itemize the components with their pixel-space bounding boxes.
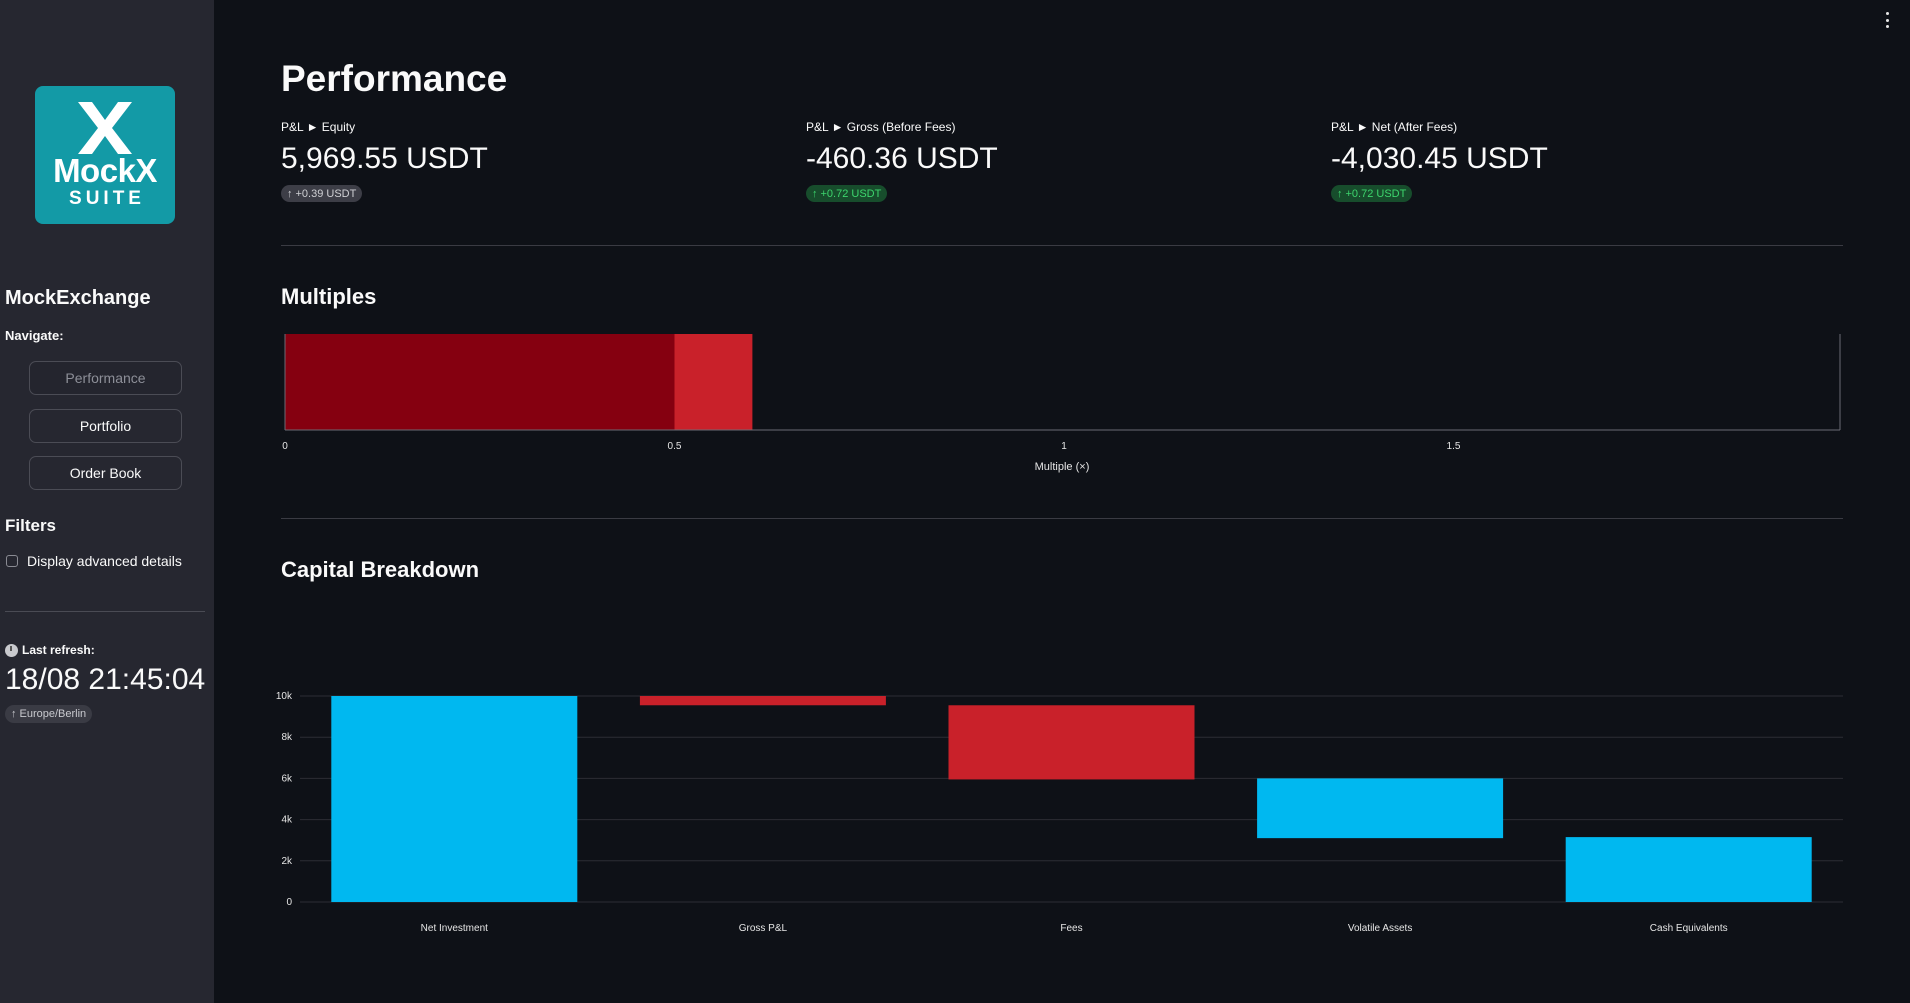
nav-order-book-button[interactable]: Order Book [29, 456, 182, 490]
x-tick-label: Volatile Assets [1348, 923, 1412, 934]
app-name: MockExchange [5, 287, 151, 309]
nav-portfolio-button[interactable]: Portfolio [29, 409, 182, 443]
y-tick-label: 10k [276, 691, 293, 702]
x-tick-label: Cash Equivalents [1650, 923, 1728, 934]
waterfall-bar [1257, 778, 1504, 839]
capital-breakdown-chart: 0 2k 4k 6k 8k 10k Net Investment Gross P&L Fees V… [276, 691, 1843, 934]
arrow-up-icon: ↑ [812, 187, 818, 200]
last-refresh-time: 18/08 21:45:04 [5, 663, 206, 696]
sidebar-divider [5, 611, 205, 612]
clock-icon [5, 643, 18, 657]
metric-equity: P&L ► Equity 5,969.55 USDT ↑ +0.39 USDT [281, 120, 681, 202]
metric-label: P&L ► Equity [281, 120, 356, 134]
main-menu-icon[interactable] [1884, 12, 1890, 28]
x-tick-label: 1.5 [1447, 441, 1461, 452]
multiples-title: Multiples [281, 284, 377, 309]
page-title: Performance [281, 58, 508, 99]
multiples-chart: 0 0.5 1 1.5 Multiple (×) [282, 334, 1841, 473]
sidebar: MockX SUITE MockExchange Navigate: Perfo… [0, 0, 214, 1003]
advanced-details-toggle[interactable]: Display advanced details [6, 553, 182, 569]
metric-value: 5,969.55 USDT [281, 142, 488, 175]
x-tick-label: Gross P&L [739, 923, 788, 934]
metric-value: -4,030.45 USDT [1331, 142, 1548, 175]
filters-heading: Filters [5, 516, 57, 535]
logo-x-icon [78, 102, 132, 154]
metric-gross-pnl: P&L ► Gross (Before Fees) -460.36 USDT ↑… [806, 120, 1206, 202]
metric-label: P&L ► Net (After Fees) [1331, 120, 1458, 134]
logo-name: MockX [53, 152, 157, 189]
metric-delta-value: +0.72 USDT [1345, 187, 1407, 200]
advanced-details-checkbox[interactable] [6, 555, 18, 567]
timezone-label: Europe/Berlin [19, 708, 87, 720]
x-tick-label: 0 [282, 441, 288, 452]
arrow-up-icon: ↑ [11, 708, 17, 720]
x-tick-label: Fees [1060, 923, 1082, 934]
navigate-label: Navigate: [5, 328, 64, 343]
waterfall-bar [331, 696, 578, 902]
capital-breakdown-title: Capital Breakdown [281, 557, 480, 582]
waterfall-bar [639, 696, 886, 706]
y-tick-label: 8k [281, 732, 293, 743]
metric-net-pnl: P&L ► Net (After Fees) -4,030.45 USDT ↑ … [1331, 120, 1731, 202]
arrow-up-icon: ↑ [287, 187, 293, 200]
x-tick-label: 1 [1061, 441, 1067, 452]
waterfall-bar [1565, 837, 1812, 902]
section-divider [281, 245, 1843, 246]
y-tick-label: 6k [281, 773, 293, 784]
x-axis-label: Multiple (×) [1035, 461, 1090, 473]
arrow-up-icon: ↑ [1337, 187, 1343, 200]
logo-subtitle: SUITE [69, 188, 145, 209]
x-tick-label: Net Investment [421, 923, 488, 934]
y-tick-label: 2k [281, 856, 293, 867]
last-refresh: Last refresh: [5, 643, 95, 657]
section-divider [281, 518, 1843, 519]
y-tick-label: 0 [286, 897, 292, 908]
logo: MockX SUITE [35, 86, 175, 224]
multiple-bar-segment [285, 334, 675, 430]
timezone-badge: ↑ Europe/Berlin [5, 705, 93, 723]
metric-delta-value: +0.72 USDT [820, 187, 882, 200]
x-tick-label: 0.5 [668, 441, 682, 452]
metric-delta: ↑ +0.72 USDT [806, 185, 888, 202]
last-refresh-label: Last refresh: [22, 643, 95, 657]
metric-label: P&L ► Gross (Before Fees) [806, 120, 956, 134]
advanced-details-label: Display advanced details [27, 553, 182, 569]
waterfall-bar [948, 705, 1195, 780]
nav-performance-button[interactable]: Performance [29, 361, 182, 395]
metric-value: -460.36 USDT [806, 142, 998, 175]
metric-delta-value: +0.39 USDT [295, 187, 357, 200]
multiple-bar-segment [674, 334, 753, 430]
y-tick-label: 4k [281, 815, 293, 826]
metric-delta: ↑ +0.39 USDT [281, 185, 363, 202]
metric-delta: ↑ +0.72 USDT [1331, 185, 1413, 202]
